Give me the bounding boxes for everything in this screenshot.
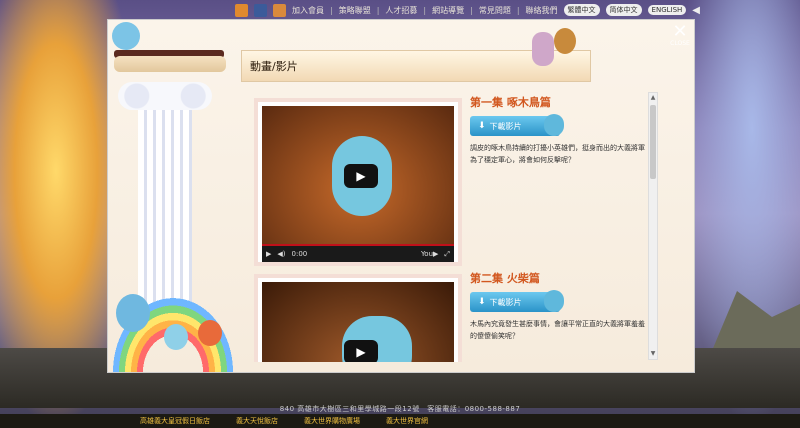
play-control-icon[interactable]: ▶ (266, 250, 271, 258)
scroll-down-icon[interactable]: ▼ (649, 349, 657, 359)
nav-join-member[interactable]: 加入會員 (292, 5, 324, 16)
footer-address: 840 高雄市大樹區三和里學城路一段12號 客服電話：0800-588-887 (279, 405, 521, 413)
nav-faq[interactable]: 常見問題 (479, 5, 511, 16)
volume-icon[interactable]: ◀) (277, 250, 285, 258)
top-bar: 加入會員 | 策略聯盟 | 人才招募 | 網站導覽 | 常見問題 | 聯絡我們 繁體中文 … (0, 0, 800, 20)
blogger-icon[interactable] (235, 3, 249, 17)
nav-separator: | (330, 5, 333, 15)
nav-careers[interactable]: 人才招募 (385, 5, 417, 16)
close-button[interactable]: ✕ CLOSE (668, 21, 692, 50)
episode-title: 第一集 啄木鳥篇 (470, 96, 551, 109)
kid-character-icon (198, 320, 222, 346)
footer-link-skylark-hotel[interactable]: 義大天悅飯店 (236, 416, 278, 426)
nav-separator: | (376, 5, 380, 15)
episode-list: ▶ ▶ ◀) 0:00 You▶ ⤢ 第一集 啄木鳥篇 ⬇ 下載影片 調皮的啄木… (248, 90, 658, 362)
speaker-icon[interactable]: ◀ (692, 5, 700, 16)
rhino-mascot-icon (544, 290, 564, 312)
episode-description: 木馬內究竟發生甚麼事情，會讓平常正直的大義將軍羞羞的傻傻偷笑呢？ (470, 320, 645, 340)
scroll-decoration (114, 56, 226, 72)
video-time: 0:00 (291, 250, 308, 258)
youtube-logo-icon[interactable]: You▶ (421, 250, 438, 258)
fullscreen-icon[interactable]: ⤢ (444, 250, 450, 259)
nav-separator: | (516, 5, 520, 15)
nav-contact[interactable]: 聯絡我們 (526, 5, 558, 16)
download-label: 下載影片 (489, 121, 522, 131)
episode-title: 第二集 火柴篇 (470, 272, 540, 285)
left-decoration (108, 20, 238, 372)
footer-links: 高雄義大皇冠假日飯店 義大天悅飯店 義大世界購物廣場 義大世界官網 (0, 414, 800, 428)
video-player[interactable]: ▶ (262, 106, 454, 246)
video-frame: ▶ ▶ ◀) 0:00 You▶ ⤢ (254, 98, 462, 266)
footer-link-official-site[interactable]: 義大世界官網 (386, 416, 428, 426)
plurk-icon[interactable] (273, 3, 287, 17)
download-video-button[interactable]: ⬇ 下載影片 (470, 290, 564, 312)
video-frame: ▶ (254, 274, 462, 362)
lang-english[interactable]: ENGLISH (647, 5, 687, 15)
download-icon: ⬇ (478, 121, 486, 131)
rhino-character-icon (112, 22, 140, 50)
video-player[interactable]: ▶ (262, 282, 454, 362)
nav-sitemap[interactable]: 網站導覽 (432, 5, 464, 16)
footer-link-shopping-mall[interactable]: 義大世界購物廣場 (304, 416, 360, 426)
close-label: CLOSE (670, 40, 690, 47)
download-video-button[interactable]: ⬇ 下載影片 (470, 114, 564, 136)
download-icon: ⬇ (478, 297, 486, 307)
animal-characters (528, 24, 588, 74)
video-controls: ▶ ◀) 0:00 You▶ ⤢ (262, 246, 454, 262)
nav-separator: | (423, 5, 427, 15)
scrollbar-thumb[interactable] (650, 105, 656, 179)
lang-simplified-chinese[interactable]: 简体中文 (605, 4, 642, 16)
close-icon: ✕ (672, 21, 688, 42)
download-label: 下載影片 (489, 297, 522, 307)
footer-link-crowne-plaza[interactable]: 高雄義大皇冠假日飯店 (140, 416, 210, 426)
episode-description: 調皮的啄木鳥持續的打擾小英雄們，挺身而出的大義將軍為了穩定軍心，將會如何反擊呢？ (470, 144, 645, 164)
kid-character-icon (164, 324, 188, 350)
greek-column (138, 90, 192, 320)
lang-traditional-chinese[interactable]: 繁體中文 (563, 4, 600, 16)
nav-separator: | (470, 5, 473, 15)
page-title: 動畫/影片 (250, 60, 298, 73)
video-modal: 動畫/影片 ✕ CLOSE ▶ ▶ ◀) 0:00 You▶ ⤢ 第一集 啄木鳥… (108, 20, 694, 372)
donkey-character-icon (532, 32, 554, 66)
scroll-up-icon[interactable]: ▲ (649, 93, 657, 103)
nav-alliance[interactable]: 策略聯盟 (339, 5, 371, 16)
rhino-mascot-icon (544, 114, 564, 136)
facebook-icon[interactable] (254, 3, 268, 17)
rhino-character-icon (116, 294, 150, 332)
bird-character-icon (554, 28, 576, 54)
content-scrollbar[interactable]: ▲ ▼ (648, 92, 658, 360)
column-capital (118, 82, 212, 110)
play-icon[interactable]: ▶ (344, 340, 378, 362)
play-icon[interactable]: ▶ (344, 164, 378, 188)
